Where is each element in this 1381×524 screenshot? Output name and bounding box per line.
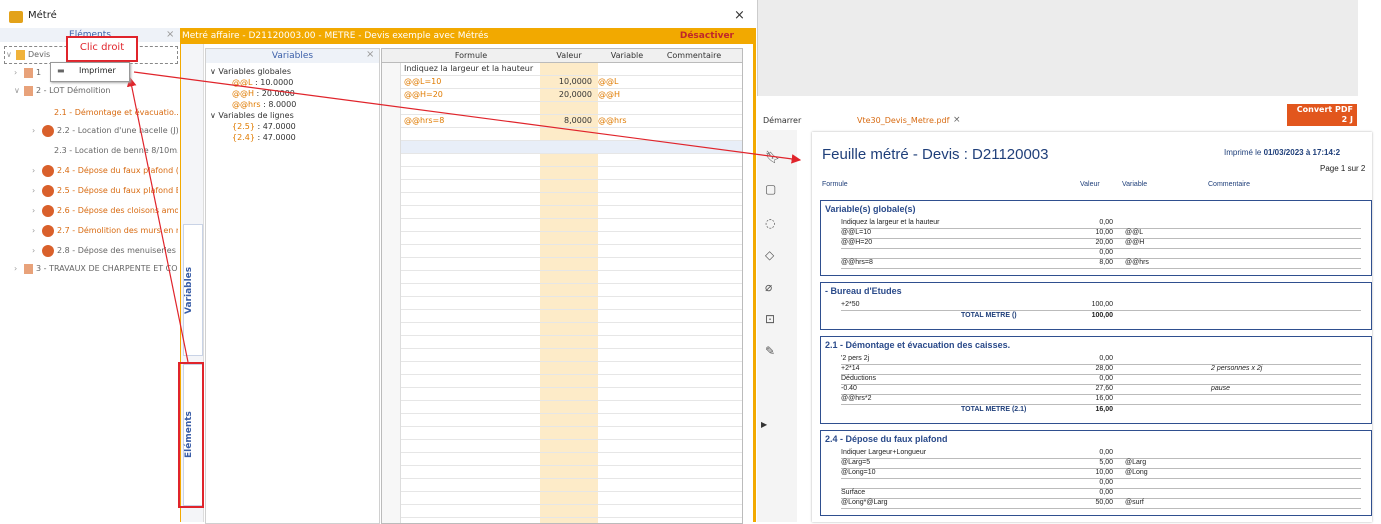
annotation-callout-text: Clic droit: [79, 42, 125, 53]
annotation-callout: Clic droit: [66, 36, 138, 62]
annotation-arrow-to-pdf: [133, 71, 802, 164]
annotation-arrows: [126, 71, 802, 363]
print-icon: ▬: [57, 66, 65, 75]
context-menu: ▬ Imprimer: [50, 62, 130, 82]
context-menu-print[interactable]: Imprimer: [79, 66, 116, 75]
annotation-arrow-to-menu: [126, 76, 189, 363]
annotation-elements-highlight: [178, 362, 204, 508]
